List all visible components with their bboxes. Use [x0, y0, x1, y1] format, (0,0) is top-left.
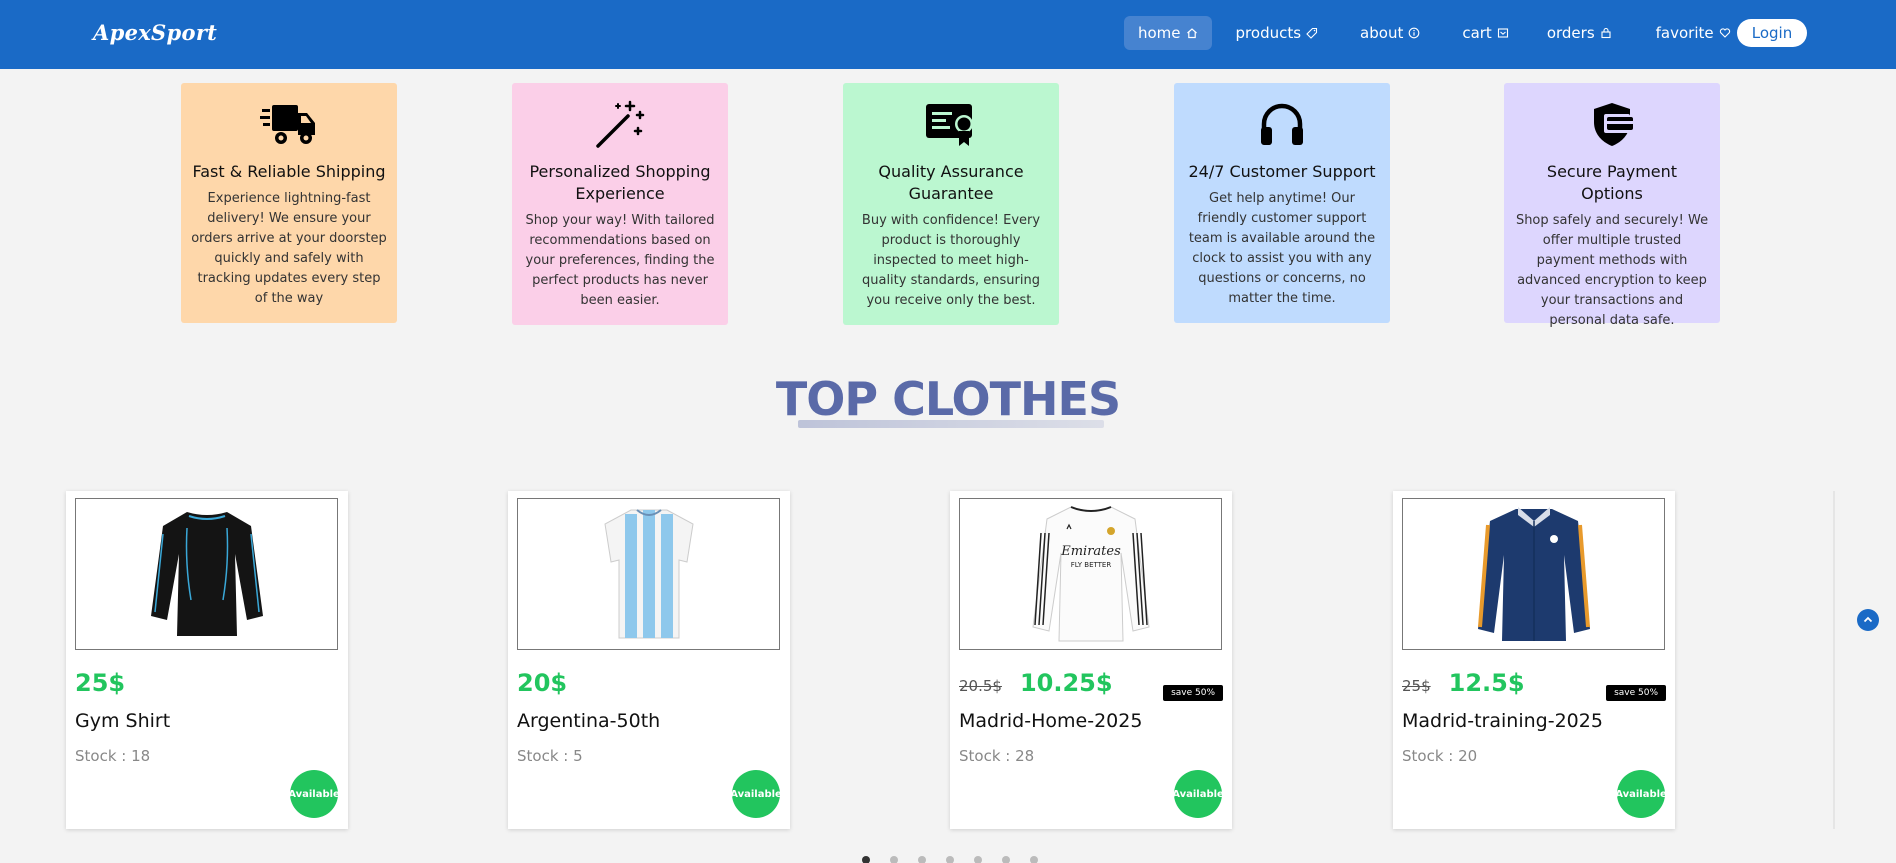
price-row: 20.5$ 10.25$ — [959, 669, 1113, 697]
feature-card-secure-payment: Secure Payment Options Shop safely and s… — [1504, 83, 1720, 328]
feature-text: Get help anytime! Our friendly customer … — [1188, 191, 1376, 306]
availability-badge: Available — [288, 770, 340, 818]
nav-cart[interactable]: cart — [1448, 16, 1523, 50]
nav-links: home products about cart orders favorite — [1124, 16, 1747, 50]
brand-logo[interactable]: ApexSport — [93, 20, 217, 45]
home-icon — [1186, 28, 1197, 39]
nav-products[interactable]: products — [1222, 16, 1333, 50]
next-card-edge — [1833, 491, 1835, 829]
price-row: 25$ — [75, 669, 125, 697]
nav-cart-label: cart — [1462, 24, 1492, 42]
product-name[interactable]: Gym Shirt — [75, 710, 170, 732]
headphones-icon — [1184, 93, 1380, 155]
product-stock: Stock : 5 — [517, 747, 583, 765]
carousel-dot[interactable] — [946, 856, 954, 863]
secure-payment-icon — [1514, 93, 1710, 155]
product-image[interactable] — [75, 498, 338, 650]
carousel-dots — [862, 856, 1038, 863]
price-row: 25$ 12.5$ — [1402, 669, 1525, 697]
login-button[interactable]: Login — [1737, 19, 1807, 47]
product-name[interactable]: Madrid-training-2025 — [1402, 710, 1603, 732]
carousel-dot[interactable] — [890, 856, 898, 863]
product-card[interactable]: 20$ Argentina-50th Stock : 5 Available — [508, 491, 790, 829]
feature-title: 24/7 Customer Support — [1188, 162, 1376, 181]
product-image[interactable] — [1402, 498, 1665, 650]
scroll-to-top-button[interactable] — [1857, 609, 1879, 631]
carousel-dot[interactable] — [1002, 856, 1010, 863]
bag-icon — [1601, 27, 1611, 39]
product-stock: Stock : 20 — [1402, 747, 1478, 765]
nav-home[interactable]: home — [1124, 16, 1212, 50]
feature-title: Secure Payment Options — [1546, 162, 1678, 203]
nav-orders-label: orders — [1546, 24, 1595, 42]
feature-text: Experience lightning-fast delivery! We e… — [191, 191, 387, 306]
product-image[interactable] — [517, 498, 780, 650]
feature-title: Fast & Reliable Shipping — [192, 162, 386, 181]
nav-orders[interactable]: orders — [1533, 16, 1626, 50]
nav-about[interactable]: about — [1346, 16, 1434, 50]
feature-text: Buy with confidence! Every product is th… — [861, 213, 1041, 308]
availability-badge: Available — [1172, 770, 1224, 818]
nav-products-label: products — [1235, 24, 1302, 42]
product-card[interactable]: Emirates FLY BETTER 20.5$ 10.25$ save 50… — [950, 491, 1232, 829]
product-old-price: 25$ — [1402, 677, 1431, 695]
svg-text:Emirates: Emirates — [1060, 544, 1121, 559]
product-price: 12.5$ — [1448, 669, 1525, 697]
product-image[interactable]: Emirates FLY BETTER — [959, 498, 1222, 650]
carousel-dot[interactable] — [974, 856, 982, 863]
product-price: 10.25$ — [1019, 669, 1113, 697]
carousel-dot[interactable] — [918, 856, 926, 863]
product-stock: Stock : 18 — [75, 747, 151, 765]
cart-icon — [1497, 28, 1508, 38]
product-price: 25$ — [75, 669, 126, 697]
carousel-dot[interactable] — [862, 856, 870, 863]
product-old-price: 20.5$ — [959, 677, 1002, 695]
tag-icon — [1306, 27, 1318, 39]
feature-card-quality: Quality Assurance Guarantee Buy with con… — [843, 83, 1059, 325]
feature-title: Personalized Shopping Experience — [529, 162, 711, 203]
availability-badge: Available — [730, 770, 782, 818]
availability-badge: Available — [1615, 770, 1667, 818]
feature-card-support: 24/7 Customer Support Get help anytime! … — [1174, 83, 1390, 323]
product-card[interactable]: 25$ Gym Shirt Stock : 18 Available — [66, 491, 348, 829]
magic-wand-icon — [522, 93, 718, 155]
nav-favorite[interactable]: favorite — [1642, 16, 1745, 50]
section-title-reflection — [798, 420, 1104, 428]
chevron-up-icon — [1863, 616, 1873, 623]
save-badge: save 50% — [1606, 685, 1666, 701]
nav-about-label: about — [1360, 24, 1404, 42]
save-badge: save 50% — [1163, 685, 1223, 701]
section-title: TOP CLOTHES — [775, 372, 1121, 426]
truck-icon — [191, 93, 387, 155]
svg-text:FLY BETTER: FLY BETTER — [1070, 561, 1111, 569]
nav-home-label: home — [1138, 24, 1181, 42]
info-icon — [1408, 27, 1420, 39]
nav-favorite-label: favorite — [1655, 24, 1714, 42]
navbar: ApexSport home products about cart order… — [0, 0, 1896, 69]
feature-text: Shop safely and securely! We offer multi… — [1515, 213, 1709, 328]
feature-card-personalized: Personalized Shopping Experience Shop yo… — [512, 83, 728, 325]
product-name[interactable]: Madrid-Home-2025 — [959, 710, 1142, 732]
feature-text: Shop your way! With tailored recommendat… — [525, 213, 715, 308]
heart-icon — [1719, 28, 1730, 38]
product-price: 20$ — [517, 669, 568, 697]
product-stock: Stock : 28 — [959, 747, 1035, 765]
feature-title: Quality Assurance Guarantee — [878, 162, 1024, 203]
price-row: 20$ — [517, 669, 567, 697]
certificate-icon — [853, 93, 1049, 155]
product-card[interactable]: 25$ 12.5$ save 50% Madrid-training-2025 … — [1393, 491, 1675, 829]
product-name[interactable]: Argentina-50th — [517, 710, 660, 732]
feature-card-shipping: Fast & Reliable Shipping Experience ligh… — [181, 83, 397, 323]
carousel-dot[interactable] — [1030, 856, 1038, 863]
